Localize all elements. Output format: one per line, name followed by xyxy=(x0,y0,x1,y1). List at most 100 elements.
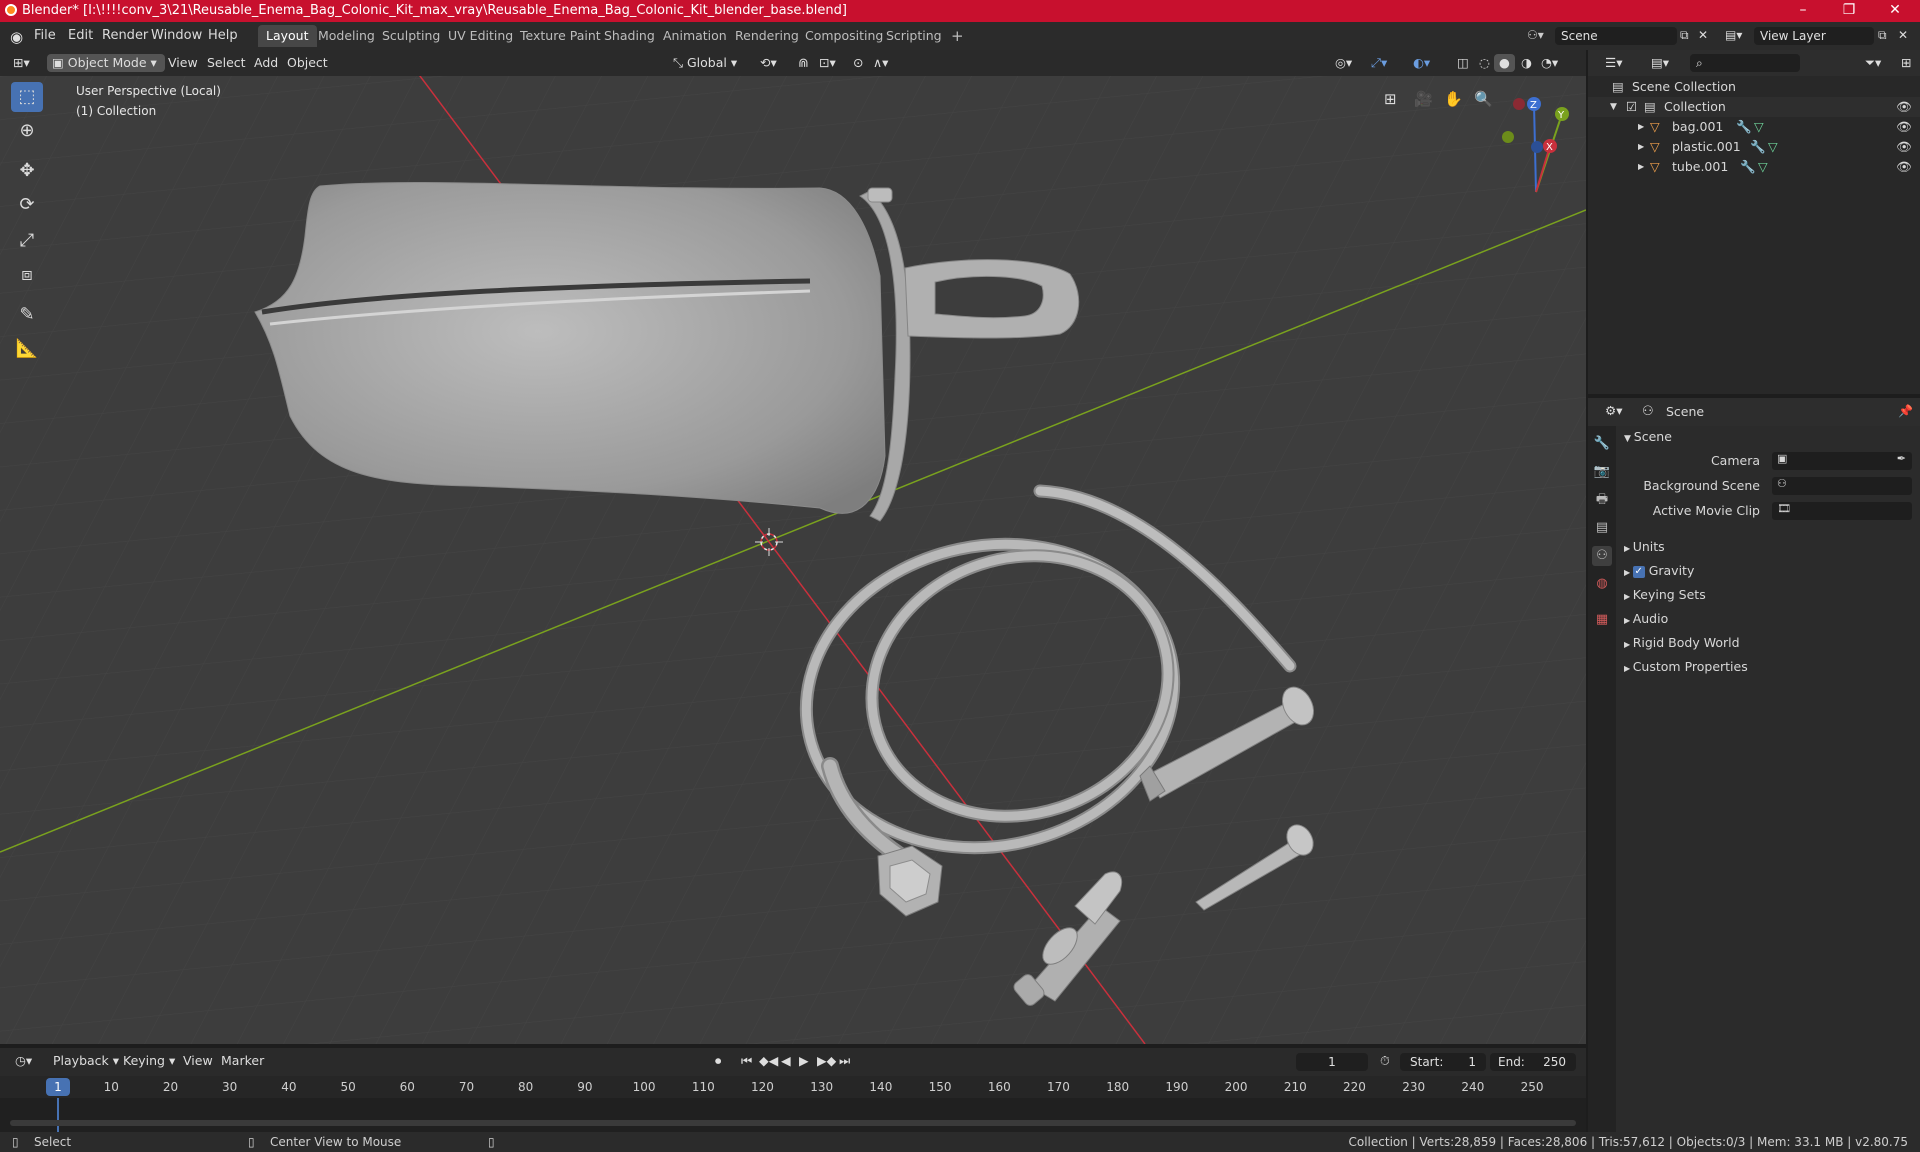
menu-window[interactable]: Window xyxy=(151,28,202,43)
menu-view-timeline[interactable]: View xyxy=(178,1052,218,1070)
menu-view[interactable]: View xyxy=(163,54,203,72)
timeline-track-area[interactable] xyxy=(0,1098,1586,1132)
end-frame-field[interactable]: End: 250 xyxy=(1490,1053,1576,1071)
close-button[interactable]: ✕ xyxy=(1872,0,1918,22)
units-panel-header[interactable]: ▶ Units xyxy=(1624,536,1665,558)
transform-tool[interactable]: ⧈ xyxy=(11,260,43,290)
tab-uv-editing[interactable]: UV Editing xyxy=(440,25,521,47)
view-layer-icon[interactable]: ▤▾ xyxy=(1725,28,1742,42)
expand-arrow-icon[interactable]: ▶ xyxy=(1638,157,1644,177)
scene-panel-header[interactable]: ▼ Scene xyxy=(1624,426,1672,448)
tab-rendering[interactable]: Rendering xyxy=(727,25,807,47)
timeline-scrollbar[interactable] xyxy=(10,1120,1576,1126)
menu-marker[interactable]: Marker xyxy=(216,1052,269,1070)
jump-end-button[interactable]: ⏭ xyxy=(834,1052,855,1070)
mode-selector[interactable]: ▣ Object Mode ▾ xyxy=(47,54,165,72)
orientation-selector[interactable]: ⤡ Global ▾ xyxy=(668,54,742,72)
world-tab-icon[interactable]: ◍ xyxy=(1592,574,1612,594)
eye-icon[interactable]: 👁 xyxy=(1896,157,1912,177)
pin-icon[interactable]: 📌 xyxy=(1898,404,1913,418)
proportional-edit-icon[interactable]: ⊙ xyxy=(848,54,868,72)
tab-texture-paint[interactable]: Texture Paint xyxy=(512,25,609,47)
mesh-data-icon[interactable]: ▽ xyxy=(1758,157,1768,177)
menu-edit[interactable]: Edit xyxy=(68,28,93,43)
eye-icon[interactable]: 👁 xyxy=(1896,117,1912,137)
render-tab-icon[interactable]: 📷 xyxy=(1592,462,1612,482)
modifier-wrench-icon[interactable]: 🔧 xyxy=(1736,117,1752,137)
snap-target-icon[interactable]: ⊡▾ xyxy=(814,54,841,72)
outliner-search-input[interactable]: ⌕ xyxy=(1690,54,1800,72)
eyedropper-icon[interactable]: ✒ xyxy=(1897,452,1906,465)
remove-view-layer-icon[interactable]: ✕ xyxy=(1898,28,1908,42)
eye-icon[interactable]: 👁 xyxy=(1896,97,1912,117)
blender-menu-icon[interactable]: ◉ xyxy=(10,28,23,46)
tab-modeling[interactable]: Modeling xyxy=(310,25,383,47)
visibility-icon[interactable]: ◎▾ xyxy=(1330,54,1357,72)
viewport-canvas[interactable]: Z Y X User Perspective (Local) (1) Colle… xyxy=(0,76,1586,1044)
rendered-shading-icon[interactable]: ◔▾ xyxy=(1536,54,1563,72)
tab-layout[interactable]: Layout xyxy=(258,25,317,47)
menu-help[interactable]: Help xyxy=(208,28,238,43)
menu-render[interactable]: Render xyxy=(102,28,148,43)
record-button[interactable]: ⏺ xyxy=(710,1052,726,1070)
remove-scene-icon[interactable]: ✕ xyxy=(1698,28,1708,42)
texture-tab-icon[interactable]: ▦ xyxy=(1592,610,1612,630)
eye-icon[interactable]: 👁 xyxy=(1896,137,1912,157)
view-layer-tab-icon[interactable]: ▤ xyxy=(1592,518,1612,538)
filter-icon[interactable]: ⏷▾ xyxy=(1860,54,1886,72)
modifier-wrench-icon[interactable]: 🔧 xyxy=(1740,157,1756,177)
scale-tool[interactable]: ⤢ xyxy=(11,226,43,256)
mesh-data-icon[interactable]: ▽ xyxy=(1754,117,1764,137)
gizmo-icon[interactable]: ⤢▾ xyxy=(1366,54,1392,72)
menu-keying[interactable]: Keying ▾ xyxy=(118,1052,180,1070)
menu-object[interactable]: Object xyxy=(282,54,333,72)
expand-arrow-icon[interactable]: ▶ xyxy=(1638,117,1644,137)
collection-checkbox-icon[interactable]: ☑ xyxy=(1626,97,1637,117)
tab-animation[interactable]: Animation xyxy=(655,25,735,47)
keying-sets-panel-header[interactable]: ▶ Keying Sets xyxy=(1624,584,1706,606)
falloff-icon[interactable]: ∧▾ xyxy=(868,54,893,72)
pan-hand-icon[interactable]: ✋ xyxy=(1444,90,1463,108)
gravity-panel-header[interactable]: ▶ ✓ Gravity xyxy=(1624,560,1694,582)
expand-arrow-icon[interactable]: ▶ xyxy=(1638,137,1644,157)
outliner-row-object[interactable]: ▶ ▽ tube.001 🔧 ▽ 👁 xyxy=(1588,157,1920,177)
overlays-icon[interactable]: ◐▾ xyxy=(1408,54,1435,72)
annotate-tool[interactable]: ✎ xyxy=(11,300,43,330)
editor-type-icon[interactable]: ⊞▾ xyxy=(8,54,35,72)
movie-clip-field[interactable]: 🎞 xyxy=(1772,502,1912,520)
move-tool[interactable]: ✥ xyxy=(11,156,43,186)
start-frame-field[interactable]: Start: 1 xyxy=(1400,1053,1486,1071)
display-mode-icon[interactable]: ▤▾ xyxy=(1646,54,1674,72)
modifier-wrench-icon[interactable]: 🔧 xyxy=(1750,137,1766,157)
tool-tab-icon[interactable]: 🔧 xyxy=(1592,434,1612,454)
scene-selector-icon[interactable]: ⚇▾ xyxy=(1527,28,1544,42)
scene-tab-icon[interactable]: ⚇ xyxy=(1592,546,1612,566)
gravity-checkbox[interactable]: ✓ xyxy=(1632,565,1645,578)
properties-editor-icon[interactable]: ⚙▾ xyxy=(1600,402,1627,420)
current-frame-field[interactable]: 1 xyxy=(1296,1053,1368,1071)
camera-field[interactable]: ▣ ✒ xyxy=(1772,452,1912,470)
cursor-tool[interactable]: ⊕ xyxy=(11,116,43,146)
add-workspace-button[interactable]: + xyxy=(943,25,972,47)
play-reverse-button[interactable]: ◀ xyxy=(776,1052,796,1070)
mesh-data-icon[interactable]: ▽ xyxy=(1768,137,1778,157)
solid-shading-icon[interactable]: ● xyxy=(1494,54,1515,72)
outliner-row-object[interactable]: ▶ ▽ bag.001 🔧 ▽ 👁 xyxy=(1588,117,1920,137)
output-tab-icon[interactable]: 🖶 xyxy=(1592,490,1612,510)
tab-shading[interactable]: Shading xyxy=(596,25,663,47)
snap-icon[interactable]: ⋒ xyxy=(793,54,813,72)
expand-arrow-icon[interactable]: ▼ xyxy=(1610,97,1617,117)
play-button[interactable]: ▶ xyxy=(794,1052,814,1070)
rotate-tool[interactable]: ⟳ xyxy=(11,190,43,220)
menu-playback[interactable]: Playback ▾ xyxy=(48,1052,124,1070)
outliner-row-object[interactable]: ▶ ▽ plastic.001 🔧 ▽ 👁 xyxy=(1588,137,1920,157)
measure-tool[interactable]: 📐 xyxy=(11,334,43,364)
view-layer-field[interactable]: View Layer xyxy=(1754,27,1874,45)
menu-select[interactable]: Select xyxy=(202,54,251,72)
xray-icon[interactable]: ◫ xyxy=(1452,54,1474,72)
select-box-tool[interactable]: ⬚ xyxy=(11,82,43,112)
material-shading-icon[interactable]: ◑ xyxy=(1516,54,1537,72)
pivot-icon[interactable]: ⟲▾ xyxy=(755,54,782,72)
new-collection-icon[interactable]: ⊞ xyxy=(1896,54,1916,72)
grid-view-icon[interactable]: ⊞ xyxy=(1384,90,1397,108)
